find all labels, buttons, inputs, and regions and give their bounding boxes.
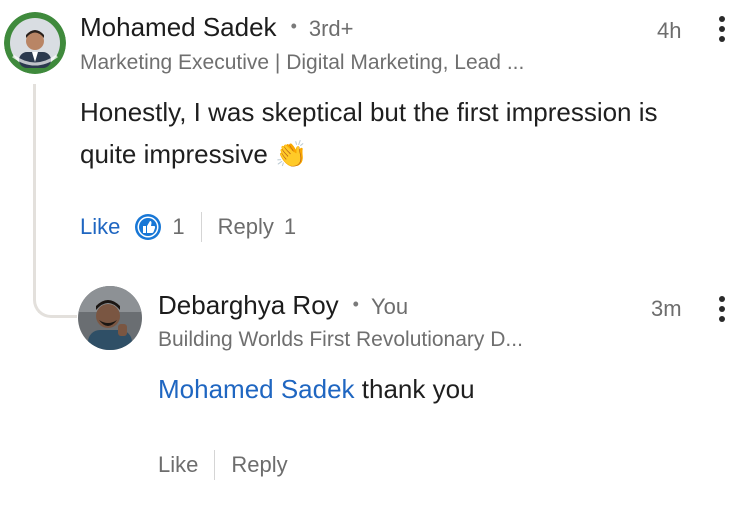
replier-headline: Building Worlds First Revolutionary D... — [158, 328, 523, 351]
comment-text: Honestly, I was skeptical but the first … — [80, 91, 720, 175]
connection-degree: 3rd+ — [308, 16, 354, 41]
reaction-count[interactable]: 1 — [172, 214, 184, 240]
separator-dot: • — [352, 294, 359, 314]
like-button[interactable]: Like — [80, 214, 120, 240]
reply-button[interactable]: Reply — [231, 452, 287, 478]
thread-connector-line — [33, 84, 77, 318]
like-button[interactable]: Like — [158, 452, 198, 478]
reply-text: Mohamed Sadek thank you — [158, 368, 718, 410]
replier-avatar[interactable] — [78, 286, 142, 350]
separator-dot: • — [290, 16, 297, 36]
you-badge: You — [370, 294, 409, 319]
reply-timestamp: 3m — [651, 296, 682, 321]
comment-text-content: Honestly, I was skeptical but the first … — [80, 97, 658, 169]
more-vertical-icon[interactable] — [719, 296, 725, 326]
more-vertical-icon[interactable] — [719, 16, 725, 46]
clapping-hands-emoji: 👏 — [275, 139, 308, 169]
commenter-avatar[interactable] — [4, 12, 66, 74]
reply-text-content: thank you — [354, 374, 475, 404]
commenter-headline: Marketing Executive | Digital Marketing,… — [80, 51, 525, 74]
action-divider — [214, 450, 216, 480]
action-divider — [200, 212, 202, 242]
reply-count[interactable]: 1 — [284, 214, 296, 240]
mention-link[interactable]: Mohamed Sadek — [158, 374, 355, 404]
replier-name[interactable]: Debarghya Roy — [158, 290, 339, 321]
commenter-name[interactable]: Mohamed Sadek — [80, 12, 277, 43]
reply-button[interactable]: Reply — [218, 214, 274, 240]
comment-timestamp: 4h — [657, 18, 682, 43]
like-thumbs-up-icon — [134, 213, 162, 241]
